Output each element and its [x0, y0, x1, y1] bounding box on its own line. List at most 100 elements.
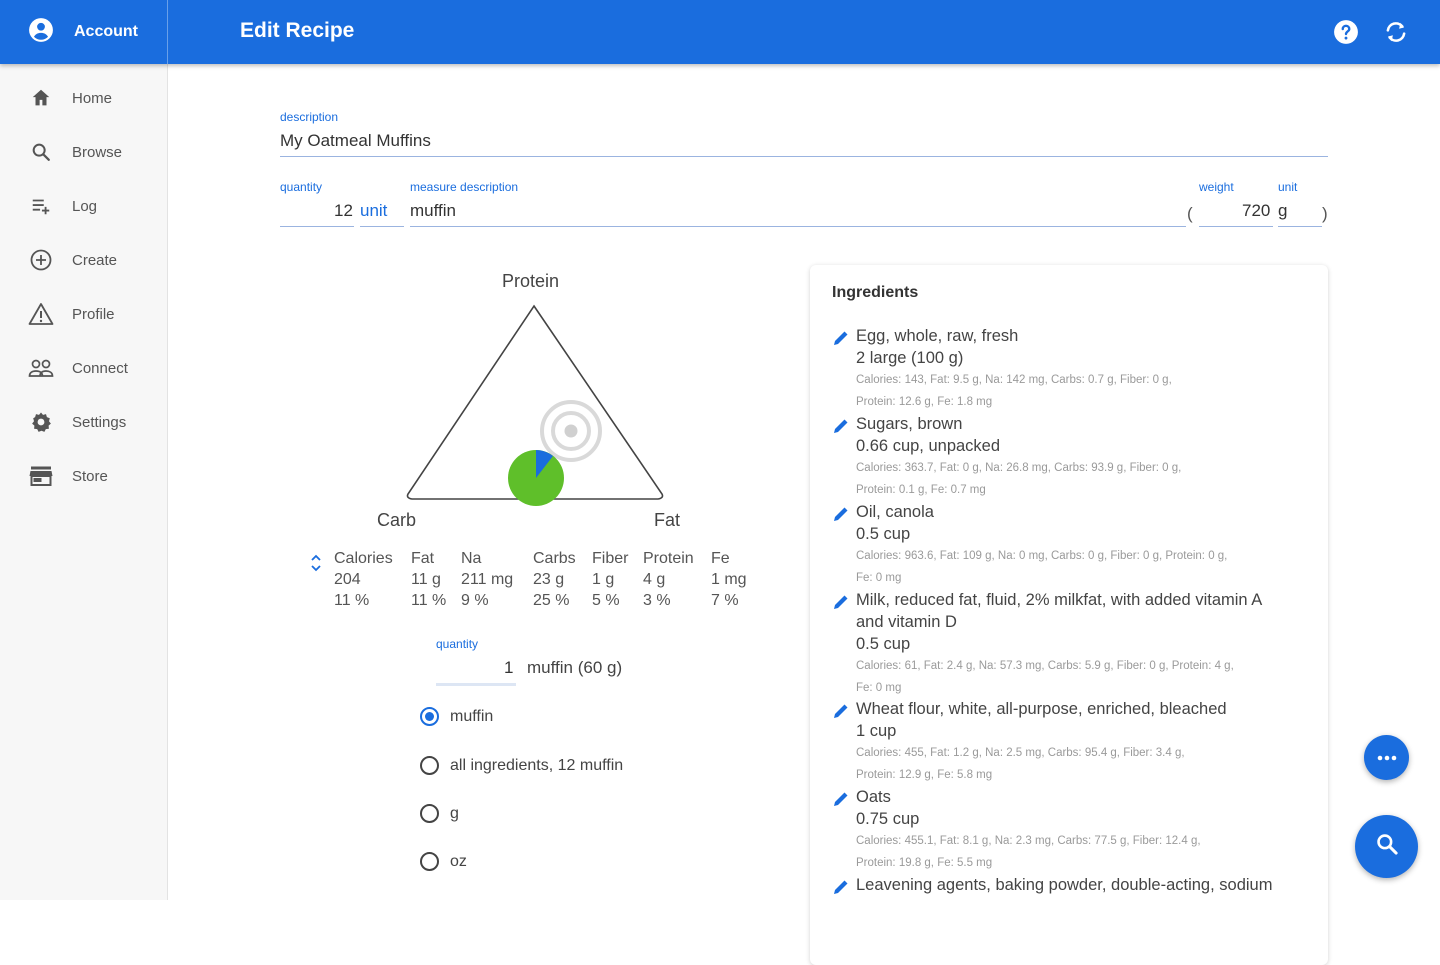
ingredient-name: Wheat flour, white, all-purpose, enriche…: [856, 700, 1227, 718]
ingredient-detail: Calories: 963.6, Fat: 109 g, Na: 0 mg, C…: [856, 550, 1228, 562]
triangle-alert-icon: [28, 301, 54, 327]
measure-description-label: measure description: [410, 180, 519, 194]
pencil-icon[interactable]: [832, 702, 850, 720]
sort-icon[interactable]: [310, 552, 322, 579]
ingredient-name: Oil, canola: [856, 503, 934, 521]
macro-ratio-triangle: [406, 304, 664, 506]
ingredient-detail: Protein: 0.1 g, Fe: 0.7 mg: [856, 484, 986, 496]
nutrient-percent: 9 %: [461, 592, 489, 609]
unit-select[interactable]: unit: [360, 201, 387, 221]
serving-quantity-label: quantity: [436, 637, 479, 651]
macro-pie-marker: [508, 450, 564, 506]
ingredient-item[interactable]: Egg, whole, raw, fresh 2 large (100 g) C…: [832, 325, 1312, 413]
ingredient-item[interactable]: Oats 0.75 cup Calories: 455.1, Fat: 8.1 …: [832, 786, 1312, 874]
ingredient-detail: Calories: 363.7, Fat: 0 g, Na: 26.8 mg, …: [856, 462, 1182, 474]
measure-underline: [410, 226, 1186, 227]
app-bar: Account Edit Recipe: [0, 0, 1440, 64]
nutrient-percent: 7 %: [711, 592, 739, 609]
ingredient-quantity: 0.5 cup: [856, 525, 911, 543]
radio-circle[interactable]: [420, 756, 439, 775]
weight-underline: [1199, 226, 1273, 227]
ingredient-detail: Protein: 19.8 g, Fe: 5.5 mg: [856, 857, 993, 869]
store-icon: [28, 463, 54, 489]
help-circle-icon[interactable]: [1332, 18, 1360, 46]
pencil-icon[interactable]: [832, 790, 850, 808]
nutrient-amount: 1 g: [592, 571, 615, 588]
serving-quantity-underline: [436, 683, 516, 686]
pencil-icon[interactable]: [832, 505, 850, 523]
ingredient-quantity: 0.75 cup: [856, 810, 920, 828]
weight-input[interactable]: 720: [1242, 201, 1270, 221]
nutrient-percent: 3 %: [643, 592, 671, 609]
radio-muffin[interactable]: muffin: [420, 707, 493, 726]
weight-paren-close: ): [1322, 204, 1328, 223]
radio-label: g: [450, 804, 459, 822]
pencil-icon[interactable]: [832, 593, 850, 611]
ingredient-detail: Fe: 0 mg: [856, 682, 902, 694]
ingredient-item[interactable]: Wheat flour, white, all-purpose, enriche…: [832, 698, 1312, 786]
search-icon: [28, 139, 54, 165]
sidebar-item-label: Create: [72, 251, 118, 269]
sidebar-item-log[interactable]: Log: [0, 179, 167, 233]
pencil-icon[interactable]: [832, 417, 850, 435]
radio-label: oz: [450, 852, 467, 870]
sidebar-item-profile[interactable]: Profile: [0, 287, 167, 341]
ingredient-name: Oats: [856, 788, 891, 806]
radio-ounces[interactable]: oz: [420, 852, 467, 871]
quantity-label: quantity: [280, 180, 323, 194]
radio-all-ingredients[interactable]: all ingredients, 12 muffin: [420, 756, 623, 775]
nutrient-amount: 11 g: [411, 571, 441, 588]
ingredient-item[interactable]: Oil, canola 0.5 cup Calories: 963.6, Fat…: [832, 501, 1312, 589]
sidebar-item-label: Browse: [72, 143, 123, 161]
ingredient-item[interactable]: Leavening agents, baking powder, double-…: [832, 874, 1312, 896]
description-underline: [280, 156, 1328, 157]
sidebar-item-connect[interactable]: Connect: [0, 341, 167, 395]
sidebar-item-home[interactable]: Home: [0, 71, 167, 125]
quantity-input[interactable]: 12: [334, 201, 353, 221]
serving-quantity-input[interactable]: 1: [504, 658, 513, 678]
quantity-underline: [280, 226, 354, 227]
sidebar-item-create[interactable]: Create: [0, 233, 167, 287]
radio-circle[interactable]: [420, 707, 439, 726]
sidebar-item-browse[interactable]: Browse: [0, 125, 167, 179]
ingredient-name: Leavening agents, baking powder, double-…: [856, 876, 1273, 894]
nutrient-header: Calories: [334, 550, 393, 567]
nutrient-amount: 4 g: [643, 571, 666, 588]
radio-circle[interactable]: [420, 804, 439, 823]
description-label: description: [280, 110, 339, 124]
pencil-icon[interactable]: [832, 878, 850, 896]
ingredient-quantity: 1 cup: [856, 722, 897, 740]
triangle-label-protein: Protein: [502, 271, 560, 291]
radio-grams[interactable]: g: [420, 804, 459, 823]
ingredient-item[interactable]: Sugars, brown 0.66 cup, unpacked Calorie…: [832, 413, 1312, 501]
sync-icon[interactable]: [1382, 18, 1410, 46]
weight-unit-input[interactable]: g: [1278, 201, 1287, 221]
sidebar-item-label: Settings: [72, 413, 127, 431]
people-icon: [28, 355, 54, 381]
nutrient-amount: 23 g: [533, 571, 565, 588]
ingredient-item[interactable]: Milk, reduced fat, fluid, 2% milkfat, wi…: [832, 589, 1312, 699]
radio-circle[interactable]: [420, 852, 439, 871]
measure-description-input[interactable]: muffin: [410, 201, 456, 221]
ingredient-detail: Protein: 12.9 g, Fe: 5.8 mg: [856, 769, 993, 781]
nutrient-percent: 11 %: [334, 592, 370, 609]
nutrient-header: Fiber: [592, 550, 629, 567]
sidebar-item-label: Connect: [72, 359, 128, 377]
nutrient-percent: 5 %: [592, 592, 620, 609]
pencil-icon[interactable]: [832, 329, 850, 347]
nutrient-amount: 204: [334, 571, 361, 588]
nutrient-percent: 11 %: [411, 592, 447, 609]
more-actions-button[interactable]: [1364, 735, 1409, 780]
search-fab[interactable]: [1355, 815, 1418, 878]
ingredient-detail: Protein: 12.6 g, Fe: 1.8 mg: [856, 396, 993, 408]
weight-label: weight: [1199, 180, 1234, 194]
nutrient-header: Protein: [643, 550, 694, 567]
nutrient-header: Fe: [711, 550, 730, 567]
nutrient-amount: 211 mg: [461, 571, 514, 588]
sidebar-item-store[interactable]: Store: [0, 449, 167, 503]
sidebar-item-settings[interactable]: Settings: [0, 395, 167, 449]
target-icon: [540, 400, 602, 462]
description-input[interactable]: My Oatmeal Muffins: [280, 131, 431, 151]
account-button[interactable]: Account: [0, 0, 168, 64]
nutrient-header: Fat: [411, 550, 435, 567]
